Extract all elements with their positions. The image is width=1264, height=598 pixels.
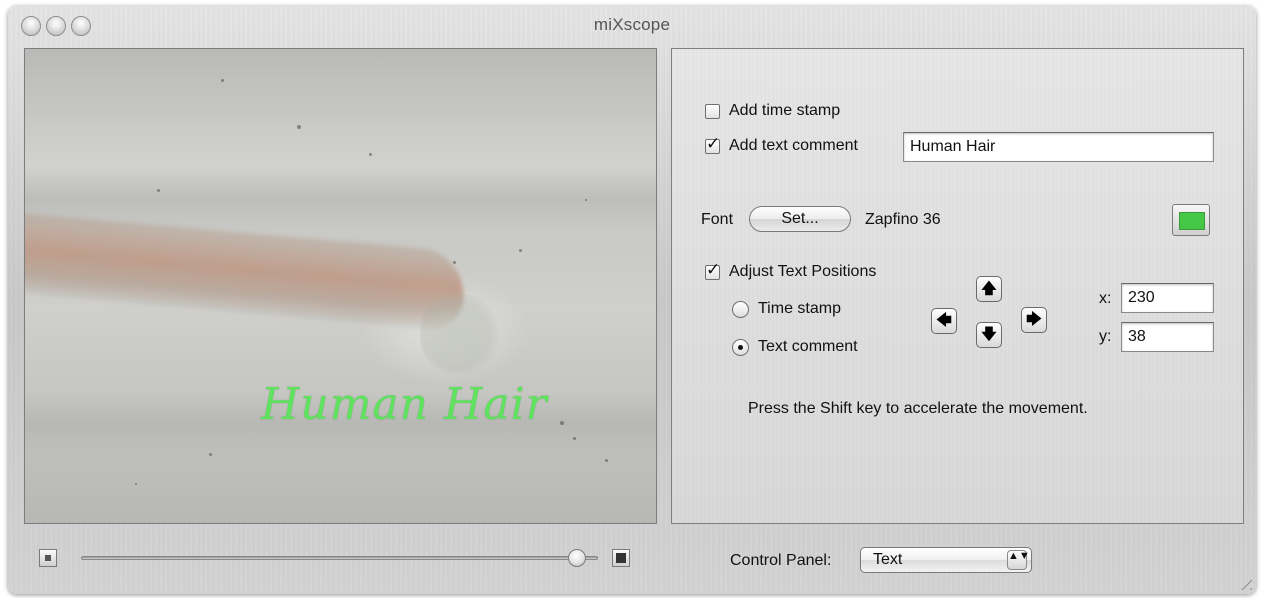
arrow-down-button[interactable]: 🡇: [976, 322, 1002, 348]
adjust-positions-label: Adjust Text Positions: [729, 263, 877, 280]
set-font-button[interactable]: Set...: [749, 206, 851, 232]
zoom-in-button[interactable]: [612, 549, 630, 567]
control-panel: Add time stamp ✓ Add text comment Font S…: [671, 48, 1244, 524]
arrow-up-icon: 🡅: [981, 280, 997, 297]
checkmark-icon: ✓: [706, 260, 721, 279]
overlay-comment-text: Human Hair: [261, 379, 548, 430]
font-label: Font: [701, 211, 734, 228]
checkmark-icon: ✓: [706, 134, 721, 153]
shift-hint-text: Press the Shift key to accelerate the mo…: [748, 400, 1088, 417]
current-font-value: Zapfino 36: [865, 211, 941, 228]
arrow-down-icon: 🡇: [981, 326, 997, 343]
control-panel-label: Control Panel:: [730, 552, 832, 569]
radio-text-comment[interactable]: [732, 339, 749, 356]
popup-stepper-icon: ▲▼: [1007, 550, 1030, 570]
arrow-left-icon: 🡄: [936, 312, 952, 329]
y-position-input[interactable]: [1121, 322, 1214, 352]
text-color-well[interactable]: [1172, 204, 1210, 236]
control-panel-value: Text: [873, 551, 903, 568]
large-square-icon: [616, 553, 626, 563]
y-label: y:: [1099, 328, 1112, 345]
text-comment-label: Add text comment: [729, 137, 858, 154]
camera-preview: Human Hair: [24, 48, 657, 524]
zoom-out-button[interactable]: [39, 549, 57, 567]
zoom-slider-track[interactable]: [81, 556, 598, 560]
adjust-positions-checkbox[interactable]: ✓: [705, 260, 720, 280]
control-panel-select[interactable]: Text ▲▼: [860, 547, 1032, 573]
time-stamp-checkbox[interactable]: [705, 104, 720, 119]
radio-time-stamp-label: Time stamp: [758, 300, 841, 317]
bottom-bar: [8, 536, 1256, 594]
x-label: x:: [1099, 290, 1112, 307]
text-comment-checkbox[interactable]: ✓: [705, 134, 720, 154]
arrow-left-button[interactable]: 🡄: [931, 308, 957, 334]
window-title: miXscope: [593, 15, 671, 34]
radio-time-stamp[interactable]: [732, 301, 749, 318]
radio-text-comment-label: Text comment: [758, 338, 858, 355]
app-window: miXscope Human Hair Add time stamp ✓ Add…: [8, 6, 1256, 594]
arrow-right-icon: 🡆: [1026, 311, 1042, 328]
color-swatch: [1179, 212, 1205, 230]
arrow-right-button[interactable]: 🡆: [1021, 307, 1047, 333]
arrow-up-button[interactable]: 🡅: [976, 276, 1002, 302]
time-stamp-label: Add time stamp: [729, 102, 841, 119]
x-position-input[interactable]: [1121, 283, 1214, 313]
text-comment-input[interactable]: [903, 132, 1214, 162]
small-square-icon: [45, 555, 51, 561]
radio-selected-dot: [738, 345, 743, 350]
title-bar[interactable]: miXscope: [8, 6, 1256, 46]
